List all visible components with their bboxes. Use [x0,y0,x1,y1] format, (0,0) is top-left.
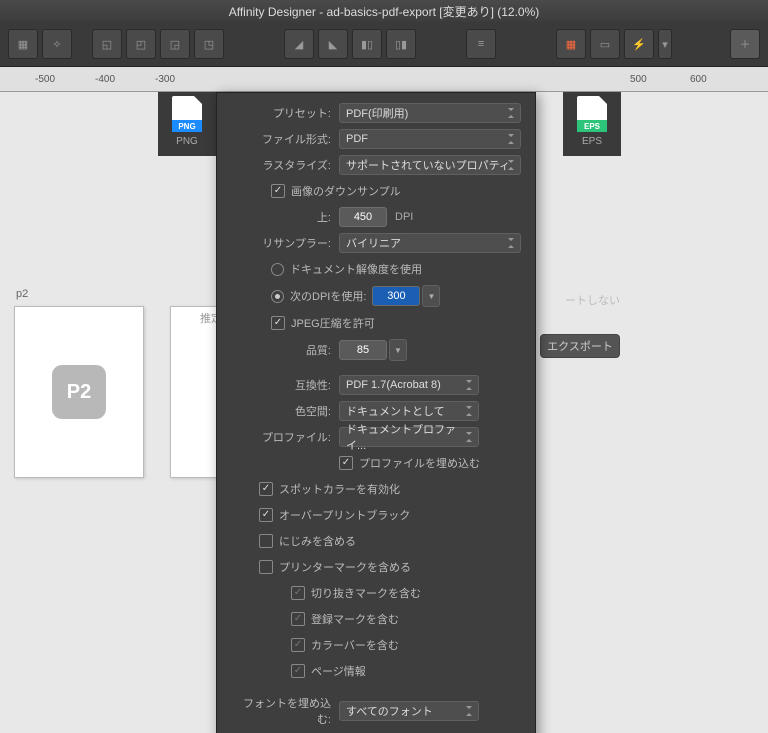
page-label: p2 [16,288,28,300]
overprint-label: オーバープリントブラック [279,507,410,523]
tool-arrange-1-icon[interactable]: ◱ [92,29,122,59]
downsample-label: 画像のダウンサンプル [291,183,401,199]
format-eps[interactable]: EPS EPS [563,92,621,156]
compat-select[interactable]: PDF 1.7(Acrobat 8) [339,375,479,395]
quality-input[interactable]: 85 [339,340,387,360]
profile-label: プロファイル: [231,429,339,445]
tool-guides-icon[interactable]: ▦ [8,29,38,59]
tool-add-icon[interactable]: ＋ [730,29,760,59]
export-dialog: プリセット:PDF(印刷用) ファイル形式:PDF ラスタライズ:サポートされて… [216,92,536,733]
tool-flip-h-icon[interactable]: ◢ [284,29,314,59]
eps-file-icon: EPS [577,96,607,132]
png-label: PNG [176,136,198,147]
dpi-unit: DPI [395,211,413,223]
tool-flip-v-icon[interactable]: ◣ [318,29,348,59]
page-thumb: P2 [52,365,106,419]
format-label: ファイル形式: [231,131,339,147]
quality-dropdown-icon[interactable]: ▼ [389,339,407,361]
crop-label: 切り抜きマークを含む [311,585,421,601]
export-button[interactable]: エクスポート [540,334,620,358]
jpeg-check[interactable] [271,316,285,330]
embed-profile-check[interactable] [339,456,353,470]
colorbar-check [291,638,305,652]
dpi-input[interactable]: 300 [372,286,420,306]
colorspace-select[interactable]: ドキュメントとして [339,401,479,421]
format-png[interactable]: PNG PNG [158,92,216,156]
dpi-above-label: 上: [231,209,339,225]
dpi-above-input[interactable]: 450 [339,207,387,227]
preset-label: プリセット: [231,105,339,121]
ruler: -500 -400 -300 500 600 [0,67,768,92]
pageinfo-check [291,664,305,678]
embed-fonts-select[interactable]: すべてのフォント [339,701,479,721]
noexport-text: ートしない [540,292,620,308]
dpi-dropdown-icon[interactable]: ▼ [422,285,440,307]
eps-label: EPS [582,136,602,147]
right-panel: ートしない エクスポート [540,292,620,366]
tool-rotate-l-icon[interactable]: ▮▯ [352,29,382,59]
tool-align-icon[interactable]: ≡ [466,29,496,59]
tool-grid-icon[interactable]: ▦ [556,29,586,59]
titlebar: Affinity Designer - ad-basics-pdf-export… [0,0,768,22]
use-doc-res-radio[interactable] [271,263,284,276]
printer-label: プリンターマークを含める [279,559,411,575]
tool-arrange-3-icon[interactable]: ◲ [160,29,190,59]
tool-snap-icon[interactable]: ▭ [590,29,620,59]
colorspace-label: 色空間: [231,403,339,419]
raster-select[interactable]: サポートされていないプロパティ [339,155,521,175]
jpeg-label: JPEG圧縮を許可 [291,315,375,331]
spot-label: スポットカラーを有効化 [279,481,400,497]
tool-magnet-icon[interactable]: ⚡ [624,29,654,59]
embed-fonts-label: フォントを埋め込む: [231,695,339,727]
bleed-check[interactable] [259,534,273,548]
tool-arrange-2-icon[interactable]: ◰ [126,29,156,59]
png-file-icon: PNG [172,96,202,132]
raster-label: ラスタライズ: [231,157,339,173]
tool-rotate-r-icon[interactable]: ▯▮ [386,29,416,59]
spot-check[interactable] [259,482,273,496]
window-title: Affinity Designer - ad-basics-pdf-export… [229,3,540,20]
resampler-label: リサンプラー: [231,235,339,251]
reg-label: 登録マークを含む [311,611,399,627]
resampler-select[interactable]: バイリニア [339,233,521,253]
use-dpi-label: 次のDPIを使用: [290,288,366,304]
tool-arrange-4-icon[interactable]: ◳ [194,29,224,59]
compat-label: 互換性: [231,377,339,393]
printer-check[interactable] [259,560,273,574]
profile-select[interactable]: ドキュメントプロファイ... [339,427,479,447]
tool-dropdown-icon[interactable]: ▾ [658,29,672,59]
colorbar-label: カラーバーを含む [311,637,399,653]
page-1[interactable]: P2 [14,306,144,478]
use-dpi-radio[interactable] [271,290,284,303]
reg-check [291,612,305,626]
overprint-check[interactable] [259,508,273,522]
pageinfo-label: ページ情報 [311,663,366,679]
embed-profile-label: プロファイルを埋め込む [359,455,480,471]
preset-select[interactable]: PDF(印刷用) [339,103,521,123]
downsample-check[interactable] [271,184,285,198]
format-select[interactable]: PDF [339,129,521,149]
crop-check [291,586,305,600]
tool-node-icon[interactable]: ✧ [42,29,72,59]
toolbar: ▦ ✧ ◱ ◰ ◲ ◳ ◢ ◣ ▮▯ ▯▮ ≡ ▦ ▭ ⚡ ▾ ＋ [0,22,768,67]
quality-label: 品質: [231,342,339,358]
canvas: p2 P2 PNG PNG EPS EPS 推定 ートしない エクスポート プリ… [0,92,768,733]
use-doc-res-label: ドキュメント解像度を使用 [290,261,422,277]
bleed-label: にじみを含める [279,533,356,549]
